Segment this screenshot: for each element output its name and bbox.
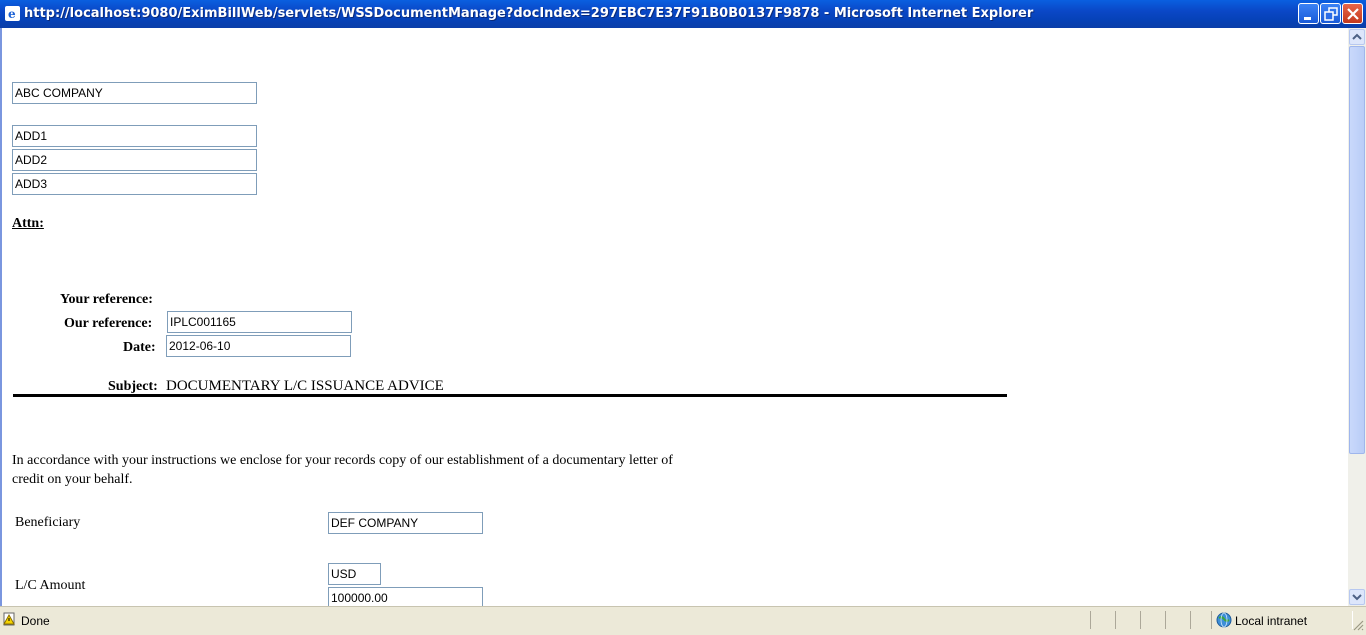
date-label: Date: [123,340,156,355]
horizontal-divider [13,394,1007,397]
chevron-up-icon [1352,33,1362,40]
status-panel-2 [1115,611,1141,629]
status-panel-5 [1190,611,1212,629]
status-panel-3 [1140,611,1166,629]
status-panel-1 [1090,611,1116,629]
restore-icon [1324,7,1338,21]
globe-icon [1216,612,1232,631]
lc-amount-label: L/C Amount [15,578,86,593]
vertical-scrollbar[interactable] [1348,28,1366,606]
body-text-line-2: credit on your behalf. [12,472,133,487]
minimize-icon [1304,17,1311,20]
chevron-down-icon [1352,594,1362,601]
page-status-icon [3,612,17,629]
close-icon [1347,8,1359,20]
close-button[interactable] [1342,3,1363,24]
our-reference-label: Our reference: [64,316,153,331]
subject-value: DOCUMENTARY L/C ISSUANCE ADVICE [166,378,444,394]
scroll-up-button[interactable] [1349,29,1365,45]
address-line-3-field[interactable]: ADD3 [12,173,257,195]
window-title-bar[interactable]: e http://localhost:9080/EximBillWeb/serv… [0,0,1366,28]
address-line-2-field[interactable]: ADD2 [12,149,257,171]
amount-field[interactable]: 100000.00 [328,587,483,606]
status-bar: Done Local intranet [0,606,1366,635]
document-content: ABC COMPANY ADD1 ADD2 ADD3 Attn: Your re… [0,28,1348,606]
restore-button[interactable] [1320,3,1341,24]
our-reference-field[interactable]: IPLC001165 [167,311,352,333]
internet-explorer-icon: e [5,6,20,21]
minimize-button[interactable] [1298,3,1319,24]
currency-field[interactable]: USD [328,563,381,585]
status-panel-4 [1165,611,1191,629]
beneficiary-label: Beneficiary [15,515,81,530]
scroll-down-button[interactable] [1349,589,1365,605]
date-field[interactable]: 2012-06-10 [166,335,351,357]
your-reference-label: Your reference: [60,292,153,307]
window-title: http://localhost:9080/EximBillWeb/servle… [24,6,1034,21]
subject-label: Subject: [108,379,158,394]
address-line-1-field[interactable]: ADD1 [12,125,257,147]
svg-text:e: e [8,7,16,21]
resize-grip-icon[interactable] [1352,619,1364,634]
scroll-thumb[interactable] [1349,46,1365,454]
body-text-line-1: In accordance with your instructions we … [12,453,673,468]
status-text: Done [21,614,50,628]
beneficiary-field[interactable]: DEF COMPANY [328,512,483,534]
company-name-field[interactable]: ABC COMPANY [12,82,257,104]
attn-label: Attn: [12,216,44,231]
zone-text: Local intranet [1235,614,1308,628]
